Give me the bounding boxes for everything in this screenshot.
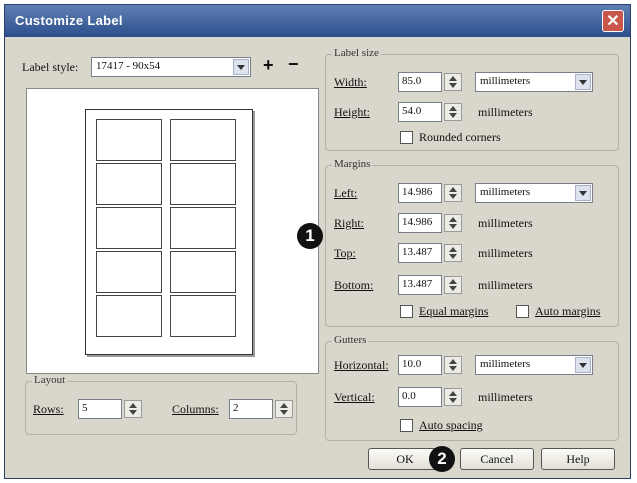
chevron-down-icon[interactable] <box>233 59 249 75</box>
horizontal-gutter-unit: millimeters <box>480 358 531 370</box>
bottom-margin-input[interactable]: 13.487 <box>398 275 442 295</box>
label-preview <box>26 88 319 374</box>
width-stepper[interactable] <box>444 73 462 91</box>
bottom-margin-label: Bottom: <box>334 278 374 292</box>
left-margin-input[interactable]: 14.986 <box>398 183 442 203</box>
equal-margins-checkbox[interactable] <box>400 305 413 318</box>
gutter-unit-select[interactable]: millimeters <box>475 355 593 375</box>
bottom-margin-stepper[interactable] <box>444 276 462 294</box>
top-margin-stepper[interactable] <box>444 244 462 262</box>
layout-group-title: Layout <box>32 374 68 386</box>
label-cell <box>170 251 236 293</box>
callout-2: 2 <box>429 446 455 472</box>
columns-input[interactable]: 2 <box>229 399 273 419</box>
label-sheet <box>85 109 253 355</box>
columns-stepper[interactable] <box>275 400 293 418</box>
height-stepper[interactable] <box>444 103 462 121</box>
top-margin-label: Top: <box>334 246 356 260</box>
help-button[interactable]: Help <box>541 448 615 470</box>
gutters-title: Gutters <box>332 334 369 346</box>
label-cell <box>170 163 236 205</box>
rounded-corners-checkbox[interactable] <box>400 131 413 144</box>
top-margin-input[interactable]: 13.487 <box>398 243 442 263</box>
add-style-button[interactable]: + <box>263 55 274 76</box>
gutters-group: Gutters Horizontal: 10.0 millimeters Ver… <box>325 334 619 441</box>
right-margin-label: Right: <box>334 216 365 230</box>
width-label: Width: <box>334 75 367 89</box>
label-cell <box>170 295 236 337</box>
label-size-title: Label size <box>332 47 381 59</box>
height-unit: millimeters <box>478 105 533 119</box>
margins-group: Margins Left: 14.986 millimeters Right: … <box>325 158 619 327</box>
right-margin-unit: millimeters <box>478 216 533 230</box>
auto-margins-label: Auto margins <box>535 304 601 318</box>
layout-group: Layout Rows: 5 Columns: 2 <box>25 374 297 435</box>
callout-1: 1 <box>297 223 323 249</box>
auto-spacing-label: Auto spacing <box>419 418 483 432</box>
horizontal-gutter-input[interactable]: 10.0 <box>398 355 442 375</box>
horizontal-gutter-label: Horizontal: <box>334 358 389 372</box>
equal-margins-label: Equal margins <box>419 304 489 318</box>
horizontal-gutter-stepper[interactable] <box>444 356 462 374</box>
right-margin-input[interactable]: 14.986 <box>398 213 442 233</box>
auto-spacing-checkbox[interactable] <box>400 419 413 432</box>
label-cell <box>96 119 162 161</box>
close-button[interactable]: ✕ <box>602 10 624 32</box>
label-cell <box>96 163 162 205</box>
margin-unit-select[interactable]: millimeters <box>475 183 593 203</box>
width-input[interactable]: 85.0 <box>398 72 442 92</box>
chevron-down-icon[interactable] <box>575 357 591 373</box>
left-margin-label: Left: <box>334 186 358 200</box>
label-cell <box>170 119 236 161</box>
label-style-label: Label style: <box>22 60 79 74</box>
rows-label: Rows: <box>33 402 64 416</box>
label-style-value: 17417 - 90x54 <box>96 60 161 72</box>
label-style-select[interactable]: 17417 - 90x54 <box>91 57 251 77</box>
label-size-group: Label size Width: 85.0 millimeters Heigh… <box>325 47 619 151</box>
margins-title: Margins <box>332 158 373 170</box>
width-unit-select[interactable]: millimeters <box>475 72 593 92</box>
label-cell <box>96 207 162 249</box>
width-unit-value: millimeters <box>480 75 531 87</box>
vertical-gutter-unit: millimeters <box>478 390 533 404</box>
right-margin-stepper[interactable] <box>444 214 462 232</box>
vertical-gutter-stepper[interactable] <box>444 388 462 406</box>
vertical-gutter-label: Vertical: <box>334 390 375 404</box>
height-input[interactable]: 54.0 <box>398 102 442 122</box>
remove-style-button[interactable]: − <box>288 54 299 75</box>
label-cell <box>170 207 236 249</box>
cancel-button[interactable]: Cancel <box>460 448 534 470</box>
dialog-title: Customize Label <box>15 13 123 28</box>
left-margin-stepper[interactable] <box>444 184 462 202</box>
customize-label-dialog: Customize Label ✕ Label style: 17417 - 9… <box>4 4 631 479</box>
top-margin-unit: millimeters <box>478 246 533 260</box>
title-bar[interactable]: Customize Label ✕ <box>5 5 630 37</box>
rounded-corners-label: Rounded corners <box>419 130 501 144</box>
bottom-margin-unit: millimeters <box>478 278 533 292</box>
chevron-down-icon[interactable] <box>575 74 591 90</box>
columns-label: Columns: <box>172 402 219 416</box>
label-cell <box>96 251 162 293</box>
rows-input[interactable]: 5 <box>78 399 122 419</box>
rows-stepper[interactable] <box>124 400 142 418</box>
chevron-down-icon[interactable] <box>575 185 591 201</box>
label-cell <box>96 295 162 337</box>
auto-margins-checkbox[interactable] <box>516 305 529 318</box>
left-margin-unit: millimeters <box>480 186 531 198</box>
height-label: Height: <box>334 105 370 119</box>
vertical-gutter-input[interactable]: 0.0 <box>398 387 442 407</box>
